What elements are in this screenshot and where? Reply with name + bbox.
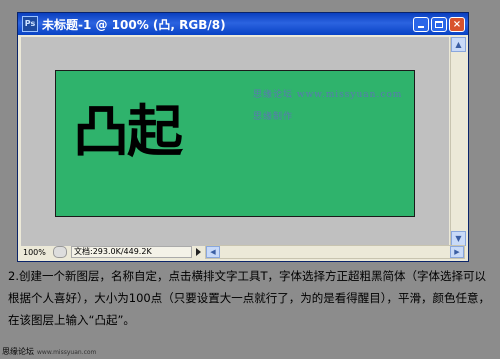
scroll-down-icon[interactable]: ▼ [451, 231, 466, 246]
document-size-info: 文档:293.0K/449.2K [71, 246, 192, 258]
tutorial-step-text: 2.创建一个新图层，名称自定，点击横排文字工具T，字体选择方正超粗黑简体（字体选… [8, 269, 490, 327]
document-canvas[interactable]: 凸起 思缘论坛 www.missyuan.com 思缘制作 [55, 70, 415, 217]
zoom-level[interactable]: 100% [21, 248, 53, 257]
window-title: 未标题-1 @ 100% (凸, RGB/8) [42, 17, 226, 32]
footer-credit: 思缘论坛 www.missyuan.com [2, 346, 96, 357]
photoshop-document-window: Ps 未标题-1 @ 100% (凸, RGB/8) × 凸起 思缘论坛 www… [17, 12, 469, 262]
scroll-up-icon[interactable]: ▲ [451, 37, 466, 52]
maximize-icon [435, 20, 443, 28]
watermark-url: 思缘论坛 www.missyuan.com [253, 90, 403, 100]
scroll-left-icon[interactable]: ◀ [206, 246, 220, 258]
status-bar: 100% 文档:293.0K/449.2K ◀ ▶ [21, 245, 465, 259]
navigator-icon[interactable] [53, 246, 67, 258]
photoshop-app-icon: Ps [22, 16, 38, 32]
footer-brand: 思缘论坛 [2, 347, 34, 356]
window-titlebar[interactable]: Ps 未标题-1 @ 100% (凸, RGB/8) × [18, 13, 468, 35]
minimize-button[interactable] [413, 16, 429, 32]
minimize-icon [418, 25, 424, 28]
horizontal-scrollbar[interactable]: ◀ ▶ [205, 245, 465, 259]
canvas-workspace[interactable]: 凸起 思缘论坛 www.missyuan.com 思缘制作 [21, 37, 449, 246]
close-button[interactable]: × [449, 16, 465, 32]
maximize-button[interactable] [431, 16, 447, 32]
scroll-right-icon[interactable]: ▶ [450, 246, 464, 258]
status-menu-arrow-icon[interactable] [196, 248, 201, 256]
footer-url: www.missyuan.com [37, 349, 97, 356]
vertical-scrollbar[interactable]: ▲ ▼ [450, 37, 466, 246]
canvas-text-layer[interactable]: 凸起 [73, 103, 183, 163]
watermark-credit: 思缘制作 [253, 112, 294, 122]
close-icon: × [452, 18, 462, 30]
